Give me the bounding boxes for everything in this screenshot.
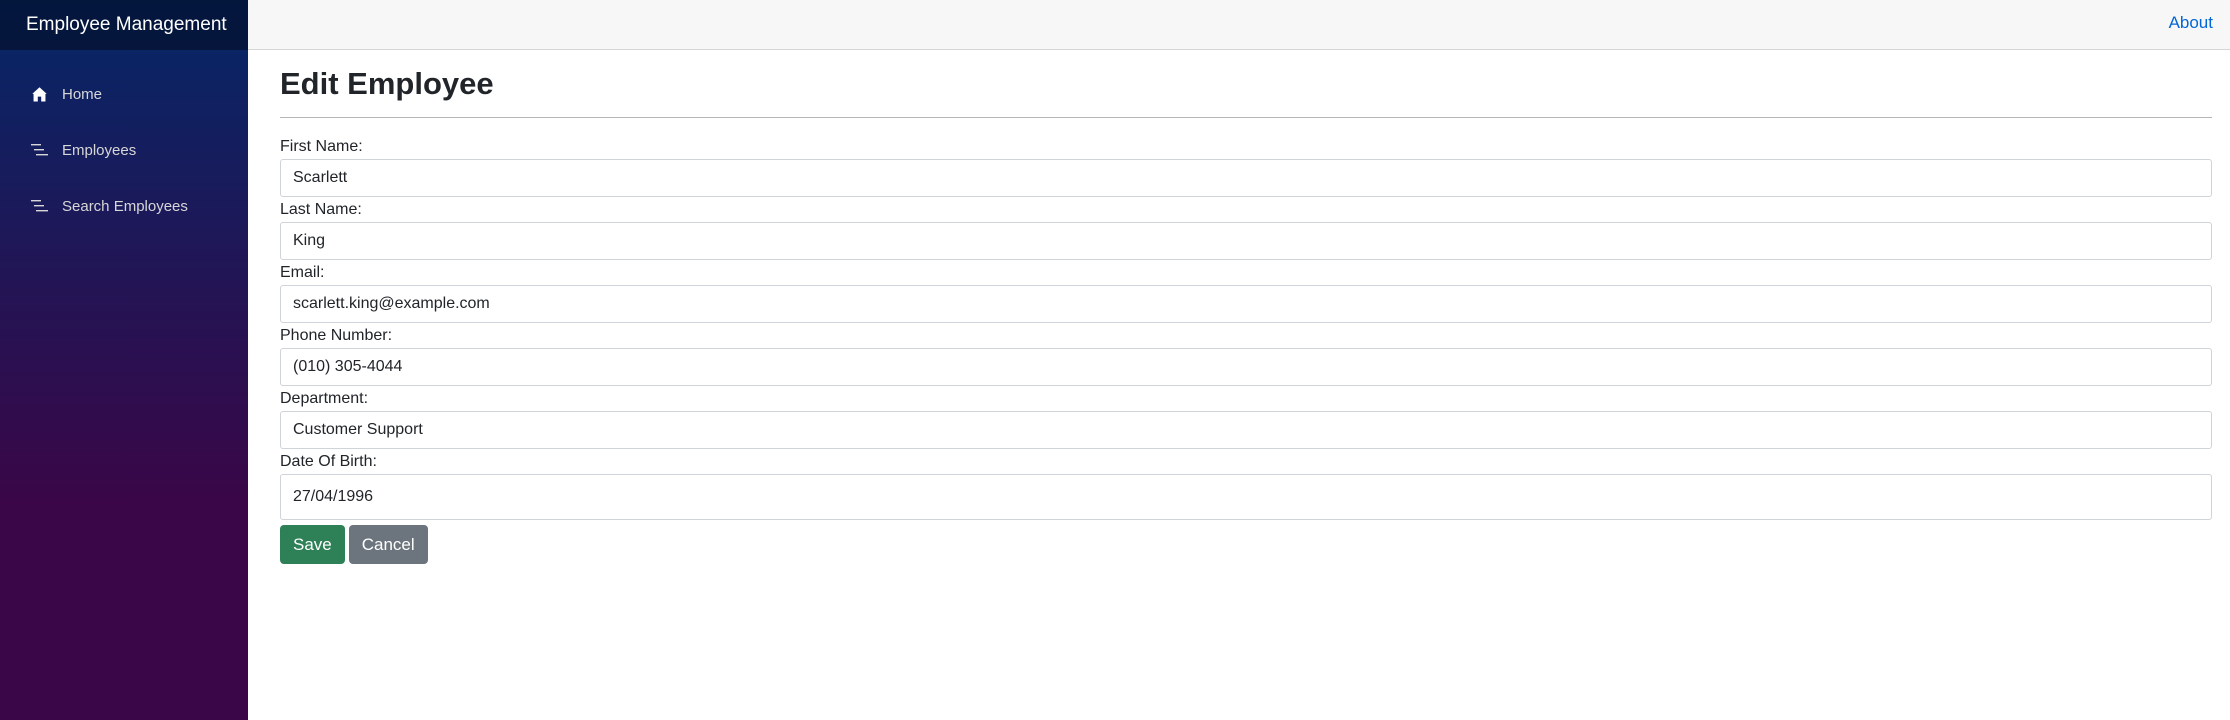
sidebar-item-employees[interactable]: Employees (0, 122, 248, 178)
brand-bar: Employee Management (0, 0, 248, 50)
nav-list: Home Employees Search Employees (0, 50, 248, 234)
sidebar-item-label: Search Employees (62, 197, 188, 215)
home-icon (30, 85, 48, 103)
phone-number-input[interactable] (280, 348, 2212, 386)
top-bar: About (248, 0, 2230, 50)
form-buttons: Save Cancel (280, 525, 2212, 564)
department-input[interactable] (280, 411, 2212, 449)
about-link[interactable]: About (2169, 13, 2213, 33)
last-name-group: Last Name: (280, 200, 2212, 260)
last-name-input[interactable] (280, 222, 2212, 260)
email-group: Email: (280, 263, 2212, 323)
sidebar-item-search-employees[interactable]: Search Employees (0, 178, 248, 234)
divider (280, 117, 2212, 118)
department-group: Department: (280, 389, 2212, 449)
first-name-label: First Name: (280, 138, 363, 155)
dob-group: Date Of Birth: (280, 452, 2212, 520)
sidebar: Employee Management Home Employees Searc… (0, 0, 248, 720)
first-name-input[interactable] (280, 159, 2212, 197)
cancel-button[interactable]: Cancel (348, 525, 428, 564)
sidebar-item-label: Employees (62, 141, 137, 159)
email-label: Email: (280, 264, 325, 281)
department-label: Department: (280, 390, 369, 407)
edit-employee-form: First Name: Last Name: Email: Phone Numb… (280, 137, 2212, 564)
brand-link[interactable]: Employee Management (26, 14, 227, 36)
first-name-group: First Name: (280, 137, 2212, 197)
date-of-birth-label: Date Of Birth: (280, 453, 377, 470)
list-icon (30, 197, 48, 215)
date-of-birth-input[interactable] (280, 474, 2212, 520)
sidebar-item-label: Home (62, 85, 103, 103)
save-button[interactable]: Save (280, 525, 345, 564)
last-name-label: Last Name: (280, 201, 362, 218)
sidebar-item-home[interactable]: Home (0, 66, 248, 122)
email-input[interactable] (280, 285, 2212, 323)
phone-number-label: Phone Number: (280, 327, 393, 344)
phone-group: Phone Number: (280, 326, 2212, 386)
page-title: Edit Employee (280, 66, 494, 101)
main-content: Edit Employee First Name: Last Name: Ema… (280, 50, 2212, 564)
list-icon (30, 141, 48, 159)
